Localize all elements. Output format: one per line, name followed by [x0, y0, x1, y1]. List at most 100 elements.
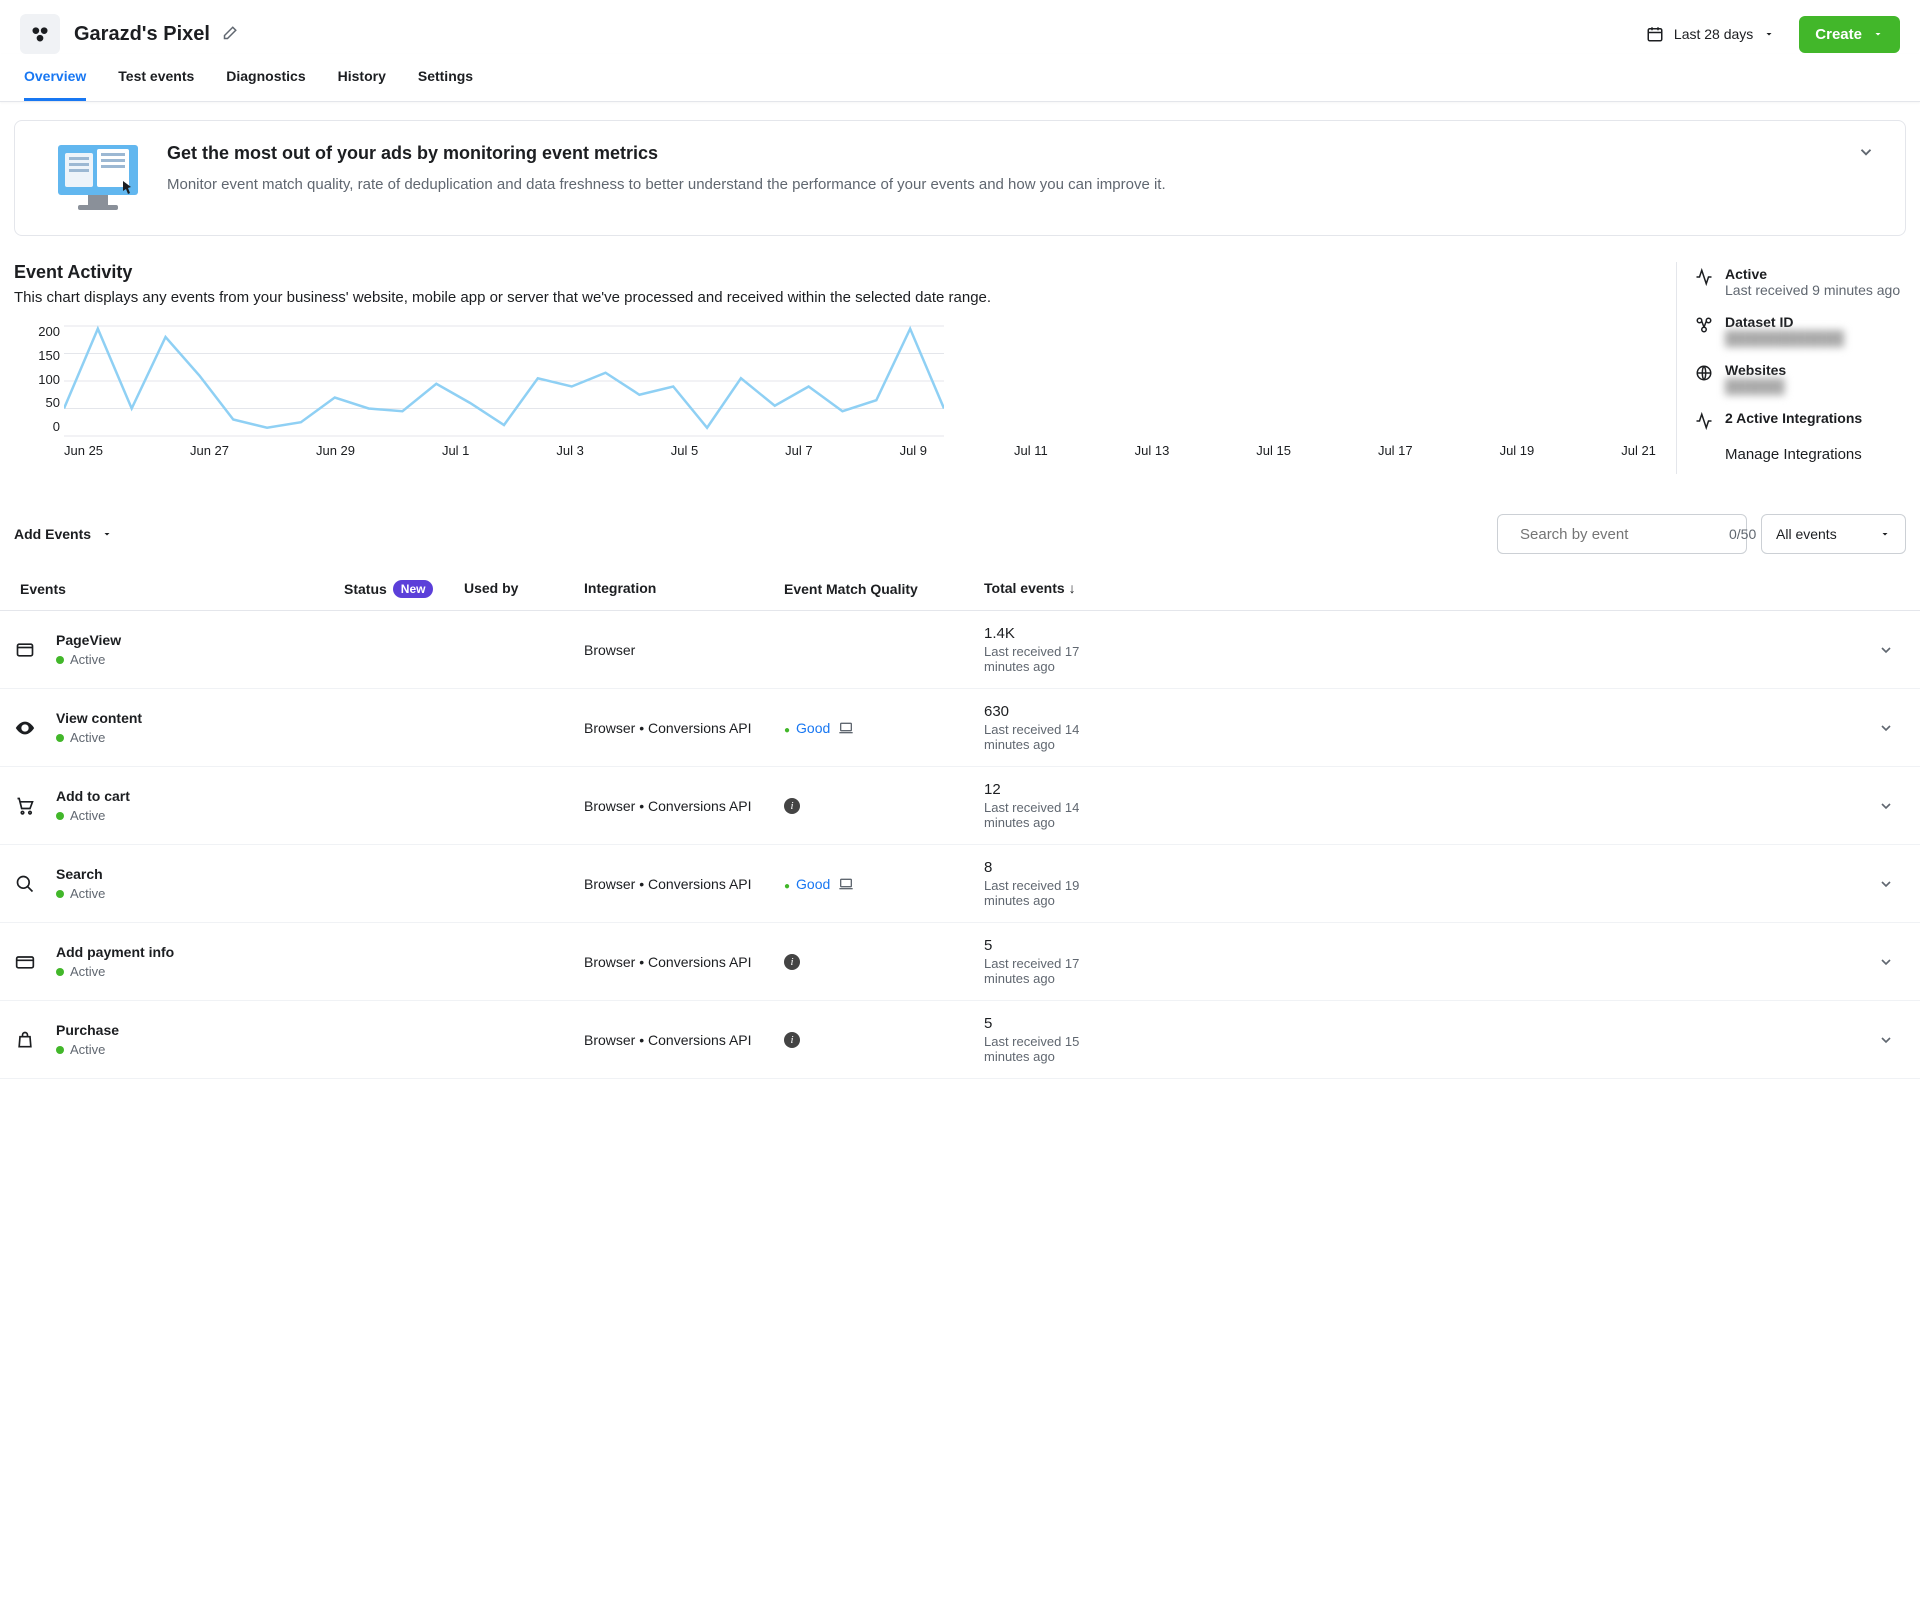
event-status: Active [56, 652, 121, 667]
tab-history[interactable]: History [338, 68, 386, 101]
integration-value: Browser • Conversions API [584, 1032, 784, 1048]
add-events-label: Add Events [14, 526, 91, 542]
tab-test-events[interactable]: Test events [118, 68, 194, 101]
integration-value: Browser • Conversions API [584, 720, 784, 736]
websites-value: ██████ [1725, 378, 1786, 394]
event-name: View content [56, 710, 142, 726]
dataset-id-label: Dataset ID [1725, 314, 1844, 330]
event-status: Active [56, 808, 130, 823]
table-row[interactable]: Add to cart Active Browser • Conversions A… [0, 767, 1920, 845]
globe-icon [1695, 362, 1713, 394]
emq-value: Good [784, 876, 830, 892]
integration-value: Browser • Conversions API [584, 954, 784, 970]
event-status: Active [56, 1042, 119, 1057]
add-events-button[interactable]: Add Events [14, 526, 113, 542]
th-status: Status New [344, 580, 464, 598]
expand-row-icon[interactable] [1878, 642, 1906, 658]
dataset-icon [1695, 314, 1713, 346]
calendar-icon [1646, 25, 1664, 43]
event-name: Add to cart [56, 788, 130, 804]
table-row[interactable]: PageViewActiveBrowser1.4KLast received 1… [0, 611, 1920, 689]
new-badge: New [393, 580, 434, 598]
info-icon[interactable]: i [784, 1032, 800, 1048]
th-emq: Event Match Quality [784, 580, 984, 598]
event-status: Active [56, 964, 174, 979]
total-count: 12 [984, 781, 1878, 798]
nav-tabs: Overview Test events Diagnostics History Set… [0, 54, 1920, 102]
search-icon [14, 874, 36, 894]
search-counter: 0/50 [1729, 526, 1756, 542]
tab-settings[interactable]: Settings [418, 68, 473, 101]
event-filter-dropdown[interactable]: All events [1761, 514, 1906, 554]
tab-diagnostics[interactable]: Diagnostics [226, 68, 305, 101]
info-icon[interactable]: i [784, 954, 800, 970]
event-name: Add payment info [56, 944, 174, 960]
laptop-icon [838, 720, 854, 736]
events-table: Events Status New Used by Integration Ev… [0, 568, 1920, 1079]
activity-pulse-icon [1695, 266, 1713, 298]
th-events: Events [14, 580, 344, 598]
active-status-label: Active [1725, 266, 1900, 282]
event-search-input[interactable]: 0/50 [1497, 514, 1747, 554]
tab-overview[interactable]: Overview [24, 68, 86, 101]
info-sidebar: Active Last received 9 minutes ago Datas… [1676, 262, 1906, 474]
create-label: Create [1815, 26, 1862, 43]
expand-row-icon[interactable] [1878, 720, 1906, 736]
event-name: Search [56, 866, 105, 882]
event-status: Active [56, 730, 142, 745]
event-name: PageView [56, 632, 121, 648]
total-count: 5 [984, 937, 1878, 954]
manage-integrations-link[interactable]: Manage Integrations [1725, 446, 1906, 463]
activity-title: Event Activity [14, 262, 1656, 283]
chevron-down-icon [101, 528, 113, 540]
pixel-icon [20, 14, 60, 54]
monitor-illustration [53, 143, 143, 213]
page-header: Garazd's Pixel Last 28 days Create [0, 0, 1920, 54]
activity-pulse-icon [1695, 410, 1713, 430]
promo-banner[interactable]: Get the most out of your ads by monitori… [14, 120, 1906, 236]
table-row[interactable]: Purchase Active Browser • Conversions APIi… [0, 1001, 1920, 1079]
th-total[interactable]: Total events [984, 580, 1878, 598]
window-icon [14, 640, 36, 660]
integration-value: Browser [584, 642, 784, 658]
activity-description: This chart displays any events from your… [14, 289, 1656, 306]
total-count: 8 [984, 859, 1878, 876]
integrations-label: 2 Active Integrations [1725, 410, 1862, 426]
laptop-icon [838, 876, 854, 892]
bag-icon [14, 1030, 36, 1050]
event-name: Purchase [56, 1022, 119, 1038]
search-field[interactable] [1520, 526, 1719, 543]
th-used-by: Used by [464, 580, 584, 598]
table-row[interactable]: SearchActiveBrowser • Conversions APIGoo… [0, 845, 1920, 923]
expand-row-icon[interactable] [1878, 798, 1906, 814]
table-row[interactable]: Add payment info Active Browser • Conversi… [0, 923, 1920, 1001]
cart-icon [14, 796, 36, 816]
integration-value: Browser • Conversions API [584, 798, 784, 814]
promo-title: Get the most out of your ads by monitori… [167, 143, 1833, 164]
table-row[interactable]: View content Active Browser • Conversions … [0, 689, 1920, 767]
edit-icon[interactable] [220, 25, 238, 43]
expand-row-icon[interactable] [1878, 876, 1906, 892]
expand-row-icon[interactable] [1878, 954, 1906, 970]
card-icon [14, 952, 36, 972]
last-received: Last received 14 minutes ago [984, 722, 1114, 752]
websites-label: Websites [1725, 362, 1786, 378]
th-integration: Integration [584, 580, 784, 598]
emq-value: Good [784, 720, 830, 736]
page-title: Garazd's Pixel [74, 23, 210, 46]
expand-row-icon[interactable] [1878, 1032, 1906, 1048]
last-received: Last received 17 minutes ago [984, 644, 1114, 674]
date-range-picker[interactable]: Last 28 days [1634, 17, 1787, 51]
info-icon[interactable]: i [784, 798, 800, 814]
last-received: Last received 15 minutes ago [984, 1034, 1114, 1064]
chevron-down-icon [1879, 528, 1891, 540]
active-status-sub: Last received 9 minutes ago [1725, 282, 1900, 298]
chevron-down-icon [1763, 28, 1775, 40]
last-received: Last received 19 minutes ago [984, 878, 1114, 908]
create-button[interactable]: Create [1799, 16, 1900, 53]
expand-chevron-icon[interactable] [1857, 143, 1875, 161]
date-range-label: Last 28 days [1674, 26, 1753, 42]
chevron-down-icon [1872, 28, 1884, 40]
eye-icon [14, 717, 36, 739]
promo-description: Monitor event match quality, rate of ded… [167, 174, 1833, 195]
